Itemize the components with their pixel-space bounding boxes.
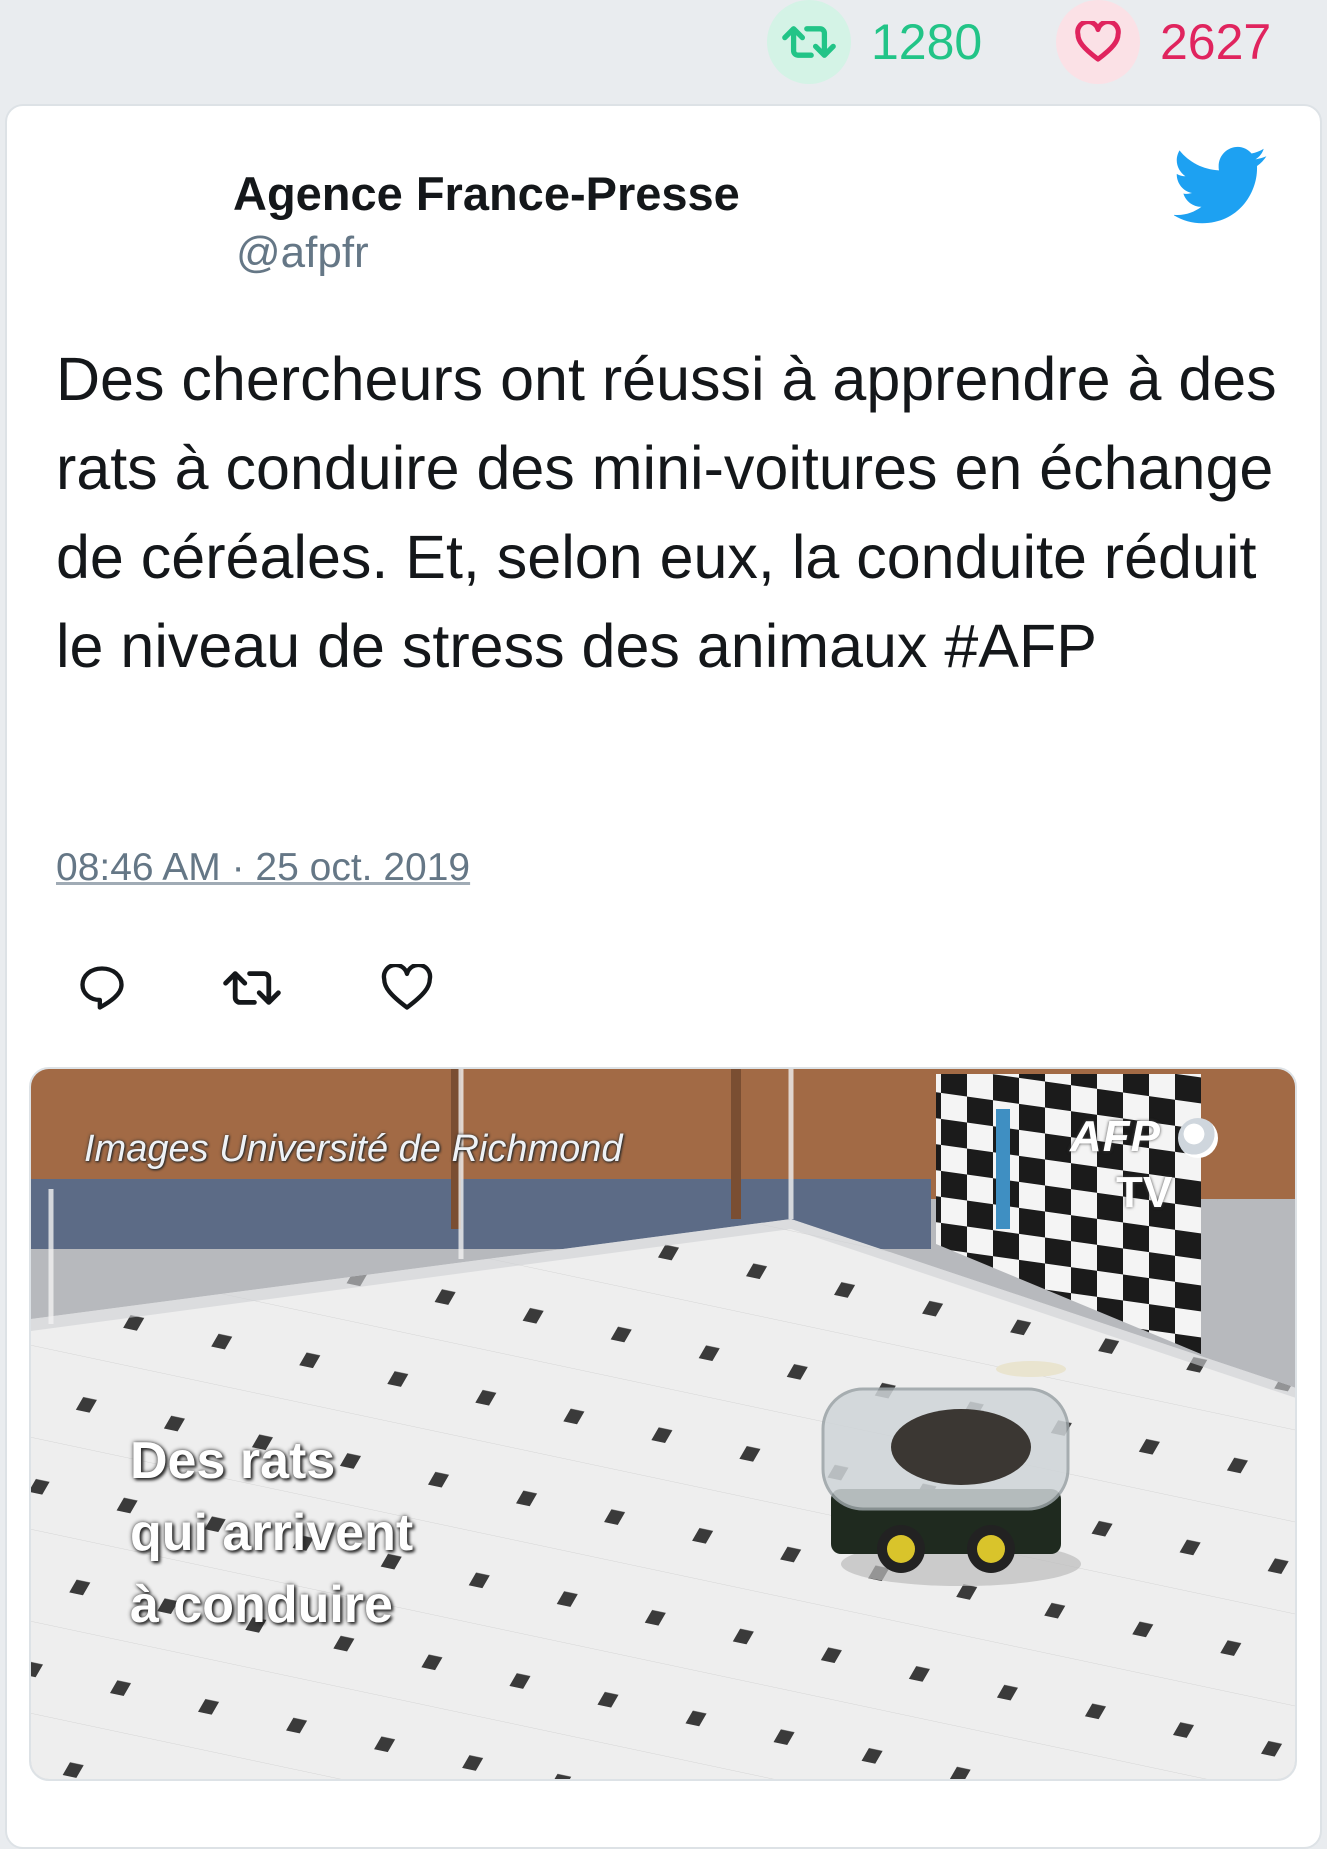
author-handle[interactable]: @afpfr xyxy=(236,228,369,278)
author-name[interactable]: Agence France-Presse xyxy=(233,166,740,221)
reply-button[interactable] xyxy=(72,960,132,1020)
video-source-caption: Images Université de Richmond xyxy=(84,1128,623,1170)
afp-logo-tv: TV xyxy=(1116,1168,1173,1217)
video-subtitle: Des rats qui arrivent à conduire xyxy=(130,1425,413,1641)
heart-icon xyxy=(381,962,433,1017)
video-subtitle-line: à conduire xyxy=(130,1576,393,1634)
retweet-icon xyxy=(767,0,851,84)
tweet-stats-bar: 1280 2627 xyxy=(0,0,1327,100)
retweet-count: 1280 xyxy=(871,14,983,70)
like-stat[interactable]: 2627 xyxy=(1056,0,1271,84)
like-button[interactable] xyxy=(377,960,437,1020)
afp-logo-text: AFP xyxy=(1070,1112,1161,1161)
heart-icon xyxy=(1056,0,1140,84)
video-subtitle-line: qui arrivent xyxy=(130,1504,414,1562)
like-count: 2627 xyxy=(1160,14,1272,70)
tweet-timestamp-link[interactable]: 08:46 AM · 25 oct. 2019 xyxy=(56,846,470,890)
reply-icon xyxy=(76,962,128,1019)
afp-tv-logo: AFP TV xyxy=(1066,1112,1226,1222)
globe-icon xyxy=(1178,1118,1218,1158)
retweet-icon xyxy=(223,964,281,1017)
twitter-bird-icon[interactable] xyxy=(1172,146,1268,226)
tweet-text: Des chercheurs ont réussi à apprendre à … xyxy=(56,345,1277,680)
retweet-stat[interactable]: 1280 xyxy=(767,0,982,84)
video-subtitle-line: Des rats xyxy=(130,1432,336,1490)
retweet-button[interactable] xyxy=(222,960,282,1020)
